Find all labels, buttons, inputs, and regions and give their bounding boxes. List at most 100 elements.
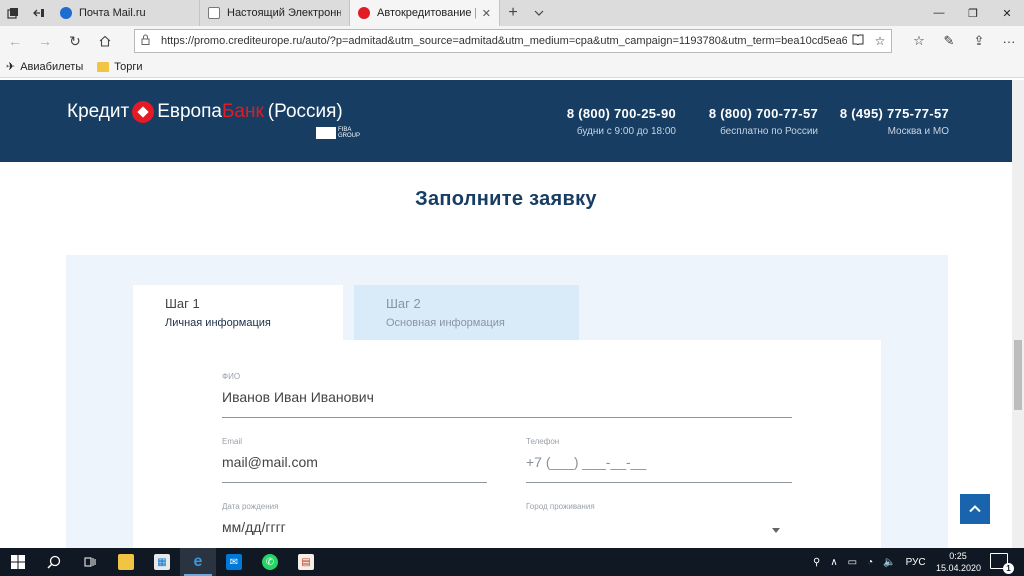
fio-input[interactable]: Иванов Иван Иванович <box>222 389 792 405</box>
favorites-bar: ✈ Авиабилеты Торги <box>0 56 1024 78</box>
logo-text-bank: Банк <box>221 101 264 122</box>
task-view-button[interactable] <box>72 548 108 576</box>
phone-block-3: 8 (495) 775-77-57 Москва и МО <box>840 106 949 137</box>
tab-title: Почта Mail.ru <box>79 7 146 19</box>
edge-icon: e <box>193 553 203 570</box>
browser-tools: ☆ ✎ ⇪ ··· <box>904 26 1024 56</box>
windows-logo-icon <box>11 555 25 569</box>
search-button[interactable] <box>36 548 72 576</box>
phone-input[interactable]: +7 (___) ___-__-__ <box>526 454 792 470</box>
logo-text-credit: Кредит <box>67 101 130 122</box>
step-title: Шаг 1 <box>165 296 200 311</box>
airplane-icon: ✈ <box>6 61 16 73</box>
new-tab-icon[interactable]: + <box>500 0 526 26</box>
people-icon[interactable]: ⚲ <box>813 557 820 568</box>
url-text: https://promo.crediteurope.ru/auto/?p=ad… <box>161 35 847 47</box>
windows-taskbar: ▦ e ✉ ✆ ▤ ⚲ ∧ ▭ ◔ 🔈 РУС 0:25 15.04.2020 … <box>0 548 1024 576</box>
edge-button[interactable]: e <box>180 548 216 576</box>
email-field[interactable]: Email mail@mail.com <box>222 437 487 483</box>
battery-icon[interactable]: ▭ <box>848 557 857 568</box>
chevron-up-icon <box>969 505 981 513</box>
explorer-button[interactable] <box>108 548 144 576</box>
phone-number[interactable]: 8 (800) 700-25-90 <box>567 106 676 121</box>
taskbar-clock[interactable]: 0:25 15.04.2020 <box>936 550 982 574</box>
tab-step-1[interactable]: Шаг 1 Личная информация <box>133 285 343 340</box>
clock-date: 15.04.2020 <box>936 563 982 573</box>
scrollbar-thumb[interactable] <box>1014 340 1022 410</box>
address-input[interactable]: https://promo.crediteurope.ru/auto/?p=ad… <box>134 29 892 53</box>
action-center-icon[interactable]: 1 <box>990 553 1014 574</box>
phone-block-2: 8 (800) 700-77-57 бесплатно по России <box>709 106 818 137</box>
fio-field[interactable]: ФИО Иванов Иван Иванович <box>222 372 792 418</box>
page-scrollbar[interactable] <box>1012 80 1024 548</box>
email-label: Email <box>222 437 243 446</box>
email-input[interactable]: mail@mail.com <box>222 454 487 470</box>
phone-field[interactable]: Телефон +7 (___) ___-__-__ <box>526 437 792 483</box>
dropdown-caret-icon[interactable] <box>772 528 780 533</box>
set-aside-tabs-icon[interactable] <box>26 0 52 26</box>
restore-icon[interactable]: ❐ <box>956 0 990 26</box>
browser-tab-bar: Почта Mail.ru Настоящий Электронный Г Ав… <box>0 0 1024 26</box>
lock-icon <box>141 34 155 48</box>
whatsapp-icon: ✆ <box>262 554 278 570</box>
field-underline <box>222 482 487 483</box>
document-app-button[interactable]: ▤ <box>288 548 324 576</box>
phone-note: будни с 9:00 до 18:00 <box>576 126 676 137</box>
fiba-group-logo: FIBA GROUP <box>316 127 360 139</box>
birth-date-label: Дата рождения <box>222 502 279 511</box>
logo-mark-icon <box>132 101 155 123</box>
more-icon[interactable]: ··· <box>994 26 1024 56</box>
phone-number[interactable]: 8 (495) 775-77-57 <box>840 106 949 121</box>
share-icon[interactable]: ⇪ <box>964 26 994 56</box>
search-icon <box>47 555 61 569</box>
tab-document[interactable]: Настоящий Электронный Г <box>200 0 350 26</box>
clock-time: 0:25 <box>949 551 967 561</box>
phone-number[interactable]: 8 (800) 700-77-57 <box>709 106 818 121</box>
start-button[interactable] <box>0 548 36 576</box>
tab-actions-icon[interactable] <box>0 0 26 26</box>
show-hidden-icons-chevron-icon[interactable]: ∧ <box>830 557 837 568</box>
field-underline <box>222 417 792 418</box>
favorite-auctions[interactable]: Торги <box>97 60 143 73</box>
phone-label: Телефон <box>526 437 560 446</box>
address-toolbar: ← → ↻ https://promo.crediteurope.ru/auto… <box>0 26 1024 56</box>
favorite-label: Торги <box>114 60 143 73</box>
site-header: Кредит Европа Банк (Россия) FIBA GROUP 8… <box>0 80 1012 162</box>
forward-icon[interactable]: → <box>30 26 60 56</box>
whatsapp-button[interactable]: ✆ <box>252 548 288 576</box>
tab-mail[interactable]: Почта Mail.ru <box>52 0 200 26</box>
reading-view-icon[interactable] <box>847 34 869 48</box>
minimize-icon[interactable]: — <box>922 0 956 26</box>
favorites-icon[interactable]: ☆ <box>904 26 934 56</box>
tab-autocredit[interactable]: Автокредитование | Кр ✕ <box>350 0 500 26</box>
favorite-star-icon[interactable]: ☆ <box>869 34 891 48</box>
back-icon[interactable]: ← <box>0 26 30 56</box>
phone-note: бесплатно по России <box>720 126 818 137</box>
store-button[interactable]: ▦ <box>144 548 180 576</box>
mail-button[interactable]: ✉ <box>216 548 252 576</box>
tab-preview-chevron-icon[interactable] <box>526 0 552 26</box>
close-tab-icon[interactable]: ✕ <box>482 7 491 20</box>
birth-date-field[interactable]: Дата рождения мм/дд/гггг <box>222 502 487 548</box>
language-indicator[interactable]: РУС <box>906 557 926 568</box>
folder-icon <box>97 61 110 72</box>
step-subtitle: Основная информация <box>386 317 505 329</box>
scroll-to-top-button[interactable] <box>960 494 990 524</box>
tab-step-2[interactable]: Шаг 2 Основная информация <box>354 285 579 340</box>
network-icon[interactable]: ◔ <box>867 557 873 568</box>
close-window-icon[interactable]: ✕ <box>990 0 1024 26</box>
favorite-flights[interactable]: ✈ Авиабилеты <box>6 60 83 74</box>
group-text: GROUP <box>338 133 361 139</box>
fiba-mark-icon <box>316 127 336 139</box>
home-icon[interactable] <box>90 26 120 56</box>
store-icon: ▦ <box>154 554 170 570</box>
notification-count-badge: 1 <box>1003 563 1014 574</box>
bank-logo[interactable]: Кредит Европа Банк (Россия) <box>67 101 343 123</box>
mail-favicon-icon <box>60 7 72 19</box>
refresh-icon[interactable]: ↻ <box>60 26 90 56</box>
logo-text-russia: (Россия) <box>267 101 343 122</box>
volume-icon[interactable]: 🔈 <box>883 557 895 568</box>
notes-icon[interactable]: ✎ <box>934 26 964 56</box>
city-select[interactable]: Город проживания <box>526 502 792 548</box>
birth-date-input[interactable]: мм/дд/гггг <box>222 519 487 535</box>
